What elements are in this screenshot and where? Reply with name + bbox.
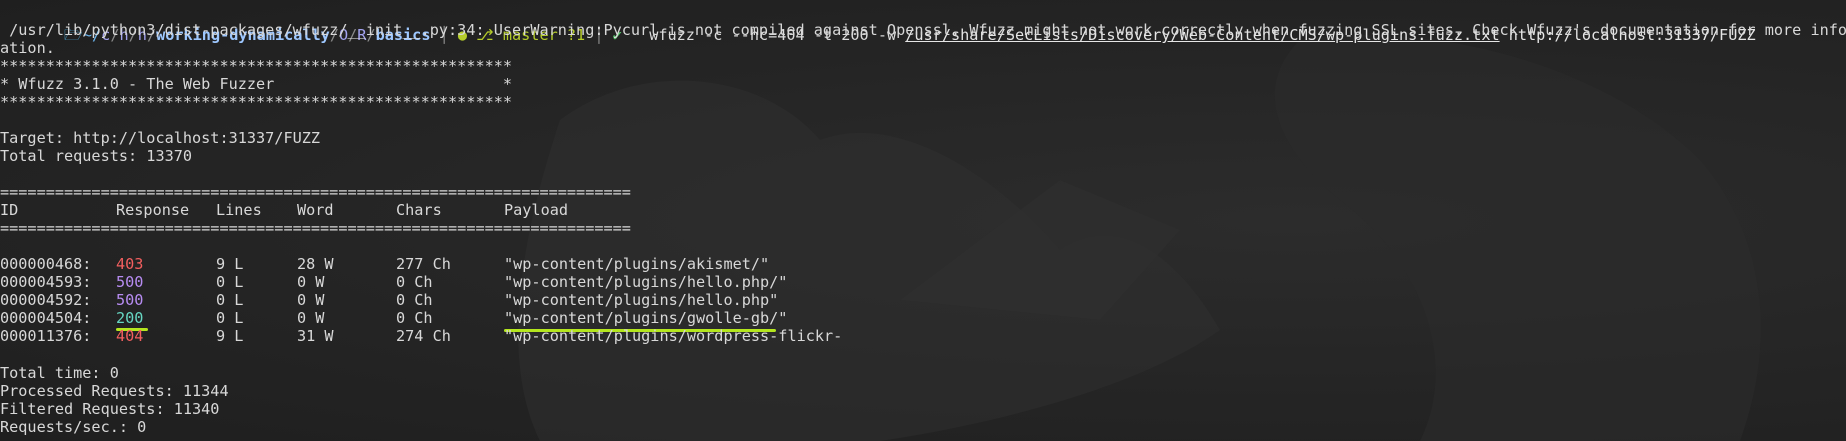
row-lines: 0 L	[216, 309, 244, 327]
row-payload: "wp-content/plugins/wordpress-flickr-	[504, 327, 843, 345]
banner-stars-bottom: ****************************************…	[0, 93, 513, 111]
table-row: 000011376: 404 9 L 31 W 274 Ch "wp-conte…	[0, 327, 1846, 345]
processed-requests-line: Processed Requests: 11344	[0, 382, 229, 400]
row-response-code: 500	[116, 273, 144, 291]
target-line: Target: http://localhost:31337/FUZZ	[0, 129, 321, 147]
row-chars: 277 Ch	[396, 255, 451, 273]
row-word: 0 W	[297, 309, 325, 327]
header-response: Response	[116, 201, 190, 219]
row-response-code: 404	[116, 327, 144, 345]
requests-per-sec-line: Requests/sec.: 0	[0, 418, 147, 436]
row-payload: "wp-content/plugins/hello.php/"	[504, 273, 788, 291]
row-response-code: 403	[116, 255, 144, 273]
header-lines: Lines	[216, 201, 262, 219]
total-time-line: Total time: 0	[0, 364, 119, 382]
banner-stars-top: ****************************************…	[0, 57, 513, 75]
row-lines: 0 L	[216, 273, 244, 291]
terminal-window[interactable]: 🗁~/c/h/h/working-dynamically/O/R/basics …	[0, 0, 1846, 441]
row-response-code: 500	[116, 291, 144, 309]
rule-bottom: ========================================…	[0, 219, 631, 237]
rule-top: ========================================…	[0, 183, 631, 201]
warning-line-2: ation.	[0, 39, 55, 57]
row-word: 0 W	[297, 273, 325, 291]
table-row: 000000468: 403 9 L 28 W 277 Ch "wp-conte…	[0, 255, 1846, 273]
row-chars: 274 Ch	[396, 327, 451, 345]
row-response-code: 200	[116, 309, 144, 327]
filtered-requests-line: Filtered Requests: 11340	[0, 400, 220, 418]
row-lines: 9 L	[216, 255, 244, 273]
row-id: 000004593:	[0, 273, 92, 291]
row-chars: 0 Ch	[396, 291, 433, 309]
row-id: 000004592:	[0, 291, 92, 309]
row-payload: "wp-content/plugins/hello.php"	[504, 291, 779, 309]
row-payload: "wp-content/plugins/akismet/"	[504, 255, 770, 273]
header-chars: Chars	[396, 201, 442, 219]
row-word: 28 W	[297, 255, 334, 273]
table-row: 000004592: 500 0 L 0 W 0 Ch "wp-content/…	[0, 291, 1846, 309]
row-word: 0 W	[297, 291, 325, 309]
table-header: ID Response Lines Word Chars Payload	[0, 201, 1846, 219]
row-id: 000000468:	[0, 255, 92, 273]
header-word: Word	[297, 201, 334, 219]
row-chars: 0 Ch	[396, 309, 433, 327]
banner-title: * Wfuzz 3.1.0 - The Web Fuzzer *	[0, 75, 513, 93]
header-payload: Payload	[504, 201, 569, 219]
table-row-highlighted: 000004504: 200 0 L 0 W 0 Ch "wp-content/…	[0, 309, 1846, 327]
total-requests-line: Total requests: 13370	[0, 147, 193, 165]
row-lines: 9 L	[216, 327, 244, 345]
row-chars: 0 Ch	[396, 273, 433, 291]
table-row: 000004593: 500 0 L 0 W 0 Ch "wp-content/…	[0, 273, 1846, 291]
row-word: 31 W	[297, 327, 334, 345]
row-lines: 0 L	[216, 291, 244, 309]
row-id: 000011376:	[0, 327, 92, 345]
row-id: 000004504:	[0, 309, 92, 327]
row-payload: "wp-content/plugins/gwolle-gb/"	[504, 309, 788, 327]
warning-line-1: /usr/lib/python3/dist-packages/wfuzz/__i…	[0, 21, 1846, 39]
header-id: ID	[0, 201, 19, 219]
